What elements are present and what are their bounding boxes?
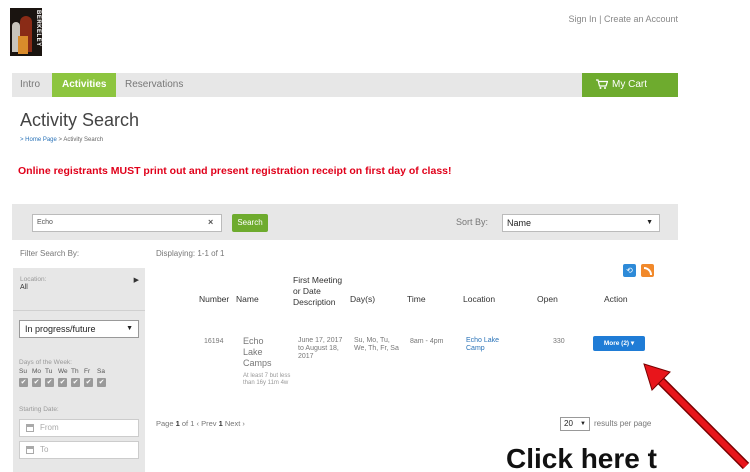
col-header-number[interactable]: Number <box>199 294 229 305</box>
col-header-open[interactable]: Open <box>537 294 558 305</box>
starting-date-label: Starting Date: <box>19 406 59 413</box>
filter-title: Filter Search By: <box>20 249 80 258</box>
day-name: Th <box>71 368 79 375</box>
location-value[interactable]: All <box>20 284 28 291</box>
cell-location[interactable]: Echo Lake Camp <box>466 337 516 353</box>
chevron-down-icon: ▼ <box>126 325 133 332</box>
sort-by-select[interactable]: Name ▼ <box>502 214 660 232</box>
search-button[interactable]: Search <box>232 214 268 232</box>
logo-text: BERKELEY <box>35 10 41 47</box>
cell-age-note: At least 7 but less than 16y 11m 4w <box>243 373 291 386</box>
col-header-location[interactable]: Location <box>463 294 495 305</box>
filter-sidebar: Location: All ▶ In progress/future ▼ Day… <box>13 268 145 472</box>
pager: Page 1 of 1 ‹ Prev 1 Next › <box>156 419 245 428</box>
tab-activities[interactable]: Activities <box>52 73 117 97</box>
my-cart-button[interactable]: My Cart <box>582 73 678 97</box>
day-name: Su <box>19 368 27 375</box>
main-nav: Intro Activities Reservations <box>12 73 677 97</box>
search-bar: Echo × Search Sort By: Name ▼ <box>12 204 678 240</box>
divider <box>13 310 145 311</box>
chevron-right-icon[interactable]: ▶ <box>134 276 139 284</box>
logo-shape <box>18 36 28 54</box>
registration-notice: Online registrants MUST print out and pr… <box>18 165 452 177</box>
displaying-count: Displaying: 1-1 of 1 <box>156 249 225 258</box>
date-from-input[interactable]: From <box>19 419 139 437</box>
cart-icon <box>596 79 608 89</box>
share-icon[interactable]: ⟲ <box>623 264 636 277</box>
day-name: Sa <box>97 368 105 375</box>
date-to-placeholder: To <box>40 445 49 454</box>
pager-current: 1 <box>175 419 180 428</box>
pager-prev[interactable]: of 1 ‹ Prev <box>182 419 217 428</box>
col-header-days[interactable]: Day(s) <box>350 294 375 305</box>
col-header-first-meeting[interactable]: First Meeting or Date Description <box>293 275 345 308</box>
tab-reservations[interactable]: Reservations <box>125 73 183 97</box>
col-header-action: Action <box>604 294 628 304</box>
date-from-placeholder: From <box>40 423 59 432</box>
day-checkbox[interactable]: ✔ <box>97 378 106 387</box>
cart-label: My Cart <box>612 79 647 90</box>
rss-icon[interactable] <box>641 264 654 277</box>
day-checkbox[interactable]: ✔ <box>84 378 93 387</box>
days-of-week-label: Days of the Week: <box>19 359 72 366</box>
more-actions-button[interactable]: More (2) ▾ <box>593 336 645 351</box>
day-checkbox[interactable]: ✔ <box>19 378 28 387</box>
day-name: Mo <box>32 368 42 375</box>
cell-days: Su, Mo, Tu, We, Th, Fr, Sa <box>354 337 399 352</box>
cell-name[interactable]: Echo Lake Camps <box>243 336 285 369</box>
calendar-icon <box>26 424 34 432</box>
chevron-down-icon: ▼ <box>646 219 653 226</box>
calendar-icon <box>26 446 34 454</box>
link-separator: | <box>599 14 602 24</box>
day-name: Fr <box>84 368 91 375</box>
city-of-berkeley-logo[interactable]: BERKELEY <box>10 8 42 56</box>
pager-next[interactable]: Next › <box>225 419 245 428</box>
clear-search-icon[interactable]: × <box>208 217 213 227</box>
tab-intro[interactable]: Intro <box>20 73 40 97</box>
col-header-time[interactable]: Time <box>407 294 426 305</box>
breadcrumb-home[interactable]: > Home Page <box>20 137 57 143</box>
status-select[interactable]: In progress/future ▼ <box>19 320 139 338</box>
cell-time: 8am - 4pm <box>410 338 444 345</box>
day-checkbox[interactable]: ✔ <box>58 378 67 387</box>
cell-number: 16194 <box>204 338 224 345</box>
account-links: Sign In | Create an Account <box>569 14 678 24</box>
cell-first-meeting: June 17, 2017 to August 18, 2017 <box>298 337 343 360</box>
day-name: We <box>58 368 68 375</box>
pager-prefix: Page <box>156 419 174 428</box>
location-label: Location: <box>20 276 47 283</box>
breadcrumb: > Home Page > Activity Search <box>20 137 103 143</box>
annotation-callout: Click here t <box>506 443 657 472</box>
sort-by-label: Sort By: <box>456 217 489 227</box>
create-account-link[interactable]: Create an Account <box>604 14 678 24</box>
sort-by-value: Name <box>507 218 532 228</box>
col-header-name[interactable]: Name <box>236 294 259 305</box>
results-per-page-select[interactable]: 20 ▼ <box>560 417 590 431</box>
day-checkboxes: ✔ ✔ ✔ ✔ ✔ ✔ ✔ <box>19 378 106 387</box>
day-name: Tu <box>45 368 53 375</box>
pager-page-link[interactable]: 1 <box>219 419 223 428</box>
day-checkbox[interactable]: ✔ <box>32 378 41 387</box>
status-value: In progress/future <box>25 324 96 334</box>
search-input[interactable]: Echo <box>32 214 222 232</box>
chevron-down-icon: ▼ <box>580 421 586 427</box>
page-title: Activity Search <box>20 110 140 130</box>
day-checkbox[interactable]: ✔ <box>45 378 54 387</box>
date-to-input[interactable]: To <box>19 441 139 459</box>
day-names: Su Mo Tu We Th Fr Sa <box>19 368 106 375</box>
day-checkbox[interactable]: ✔ <box>71 378 80 387</box>
breadcrumb-current: > Activity Search <box>58 137 104 143</box>
cell-open: 330 <box>553 338 565 345</box>
per-page-value: 20 <box>564 419 573 428</box>
sign-in-link[interactable]: Sign In <box>569 14 597 24</box>
